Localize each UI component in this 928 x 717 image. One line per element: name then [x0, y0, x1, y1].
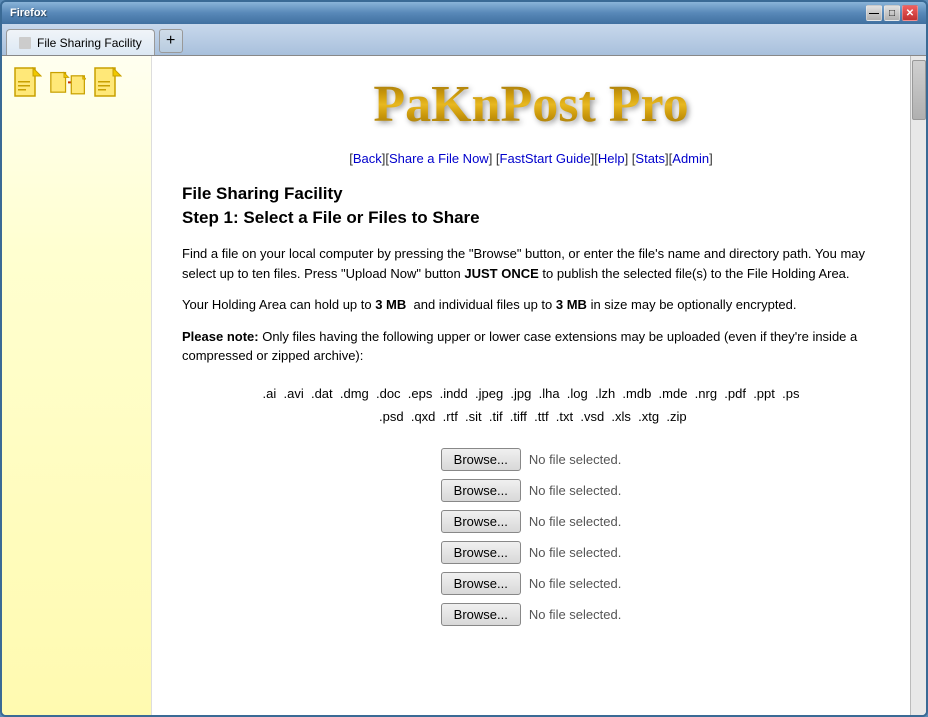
nav-stats[interactable]: Stats — [635, 151, 665, 166]
scrollbar-thumb[interactable] — [912, 60, 926, 120]
sidebar — [2, 56, 152, 715]
document-right-icon — [90, 66, 126, 102]
file-row: Browse... No file selected. — [441, 448, 622, 471]
note-label: Please note: — [182, 329, 259, 344]
logo: PaKnPost Pro — [152, 76, 910, 133]
browse-button-6[interactable]: Browse... — [441, 603, 521, 626]
page-title: File Sharing Facility — [182, 184, 880, 204]
browse-button-1[interactable]: Browse... — [441, 448, 521, 471]
nav-admin[interactable]: Admin — [672, 151, 709, 166]
extensions-list: .ai .avi .dat .dmg .doc .eps .indd .jpeg… — [182, 382, 880, 429]
browse-button-3[interactable]: Browse... — [441, 510, 521, 533]
tab-label: File Sharing Facility — [37, 36, 142, 50]
minimize-button[interactable]: — — [866, 5, 882, 21]
tab-favicon — [19, 37, 31, 49]
holding-info: Your Holding Area can hold up to 3 MB an… — [182, 295, 880, 315]
window-controls: — □ ✕ — [866, 5, 918, 21]
download-arrow-icon[interactable] — [50, 66, 86, 102]
file-label-6: No file selected. — [529, 607, 622, 622]
nav-help[interactable]: Help — [598, 151, 625, 166]
individual-size: 3 MB — [556, 297, 587, 312]
page-body: File Sharing Facility Step 1: Select a F… — [152, 174, 910, 646]
page-subtitle: Step 1: Select a File or Files to Share — [182, 208, 880, 228]
file-label-2: No file selected. — [529, 483, 622, 498]
page-header: PaKnPost Pro — [152, 56, 910, 143]
file-row: Browse... No file selected. — [441, 510, 622, 533]
file-row: Browse... No file selected. — [441, 541, 622, 564]
just-once-label: JUST ONCE — [464, 266, 538, 281]
document-left-icon — [10, 66, 46, 102]
active-tab[interactable]: File Sharing Facility — [6, 29, 155, 55]
file-label-1: No file selected. — [529, 452, 622, 467]
tab-bar: File Sharing Facility + — [2, 24, 926, 56]
file-row: Browse... No file selected. — [441, 603, 622, 626]
browser-window: Firefox — □ ✕ File Sharing Facility + — [0, 0, 928, 717]
browse-button-4[interactable]: Browse... — [441, 541, 521, 564]
nav-back[interactable]: Back — [353, 151, 382, 166]
new-tab-button[interactable]: + — [159, 29, 183, 53]
sidebar-icons — [10, 66, 143, 102]
browse-button-2[interactable]: Browse... — [441, 479, 521, 502]
firefox-titlebar: Firefox — □ ✕ — [2, 2, 926, 24]
file-label-5: No file selected. — [529, 576, 622, 591]
file-row: Browse... No file selected. — [441, 479, 622, 502]
file-row: Browse... No file selected. — [441, 572, 622, 595]
firefox-title: Firefox — [10, 7, 47, 19]
file-inputs: Browse... No file selected. Browse... No… — [182, 448, 880, 626]
nav-faststart[interactable]: FastStart Guide — [500, 151, 591, 166]
main-content[interactable]: PaKnPost Pro [Back][Share a File Now] [F… — [152, 56, 910, 715]
note-section: Please note: Only files having the follo… — [182, 327, 880, 366]
file-label-4: No file selected. — [529, 545, 622, 560]
file-label-3: No file selected. — [529, 514, 622, 529]
browser-content: PaKnPost Pro [Back][Share a File Now] [F… — [2, 56, 926, 715]
page-wrapper: PaKnPost Pro [Back][Share a File Now] [F… — [152, 56, 910, 646]
nav-links: [Back][Share a File Now] [FastStart Guid… — [152, 143, 910, 174]
scrollbar-track[interactable] — [910, 56, 926, 715]
browse-button-5[interactable]: Browse... — [441, 572, 521, 595]
close-button[interactable]: ✕ — [902, 5, 918, 21]
maximize-button[interactable]: □ — [884, 5, 900, 21]
description-text: Find a file on your local computer by pr… — [182, 244, 880, 283]
nav-share[interactable]: Share a File Now — [389, 151, 489, 166]
holding-area-size: 3 MB — [375, 297, 406, 312]
